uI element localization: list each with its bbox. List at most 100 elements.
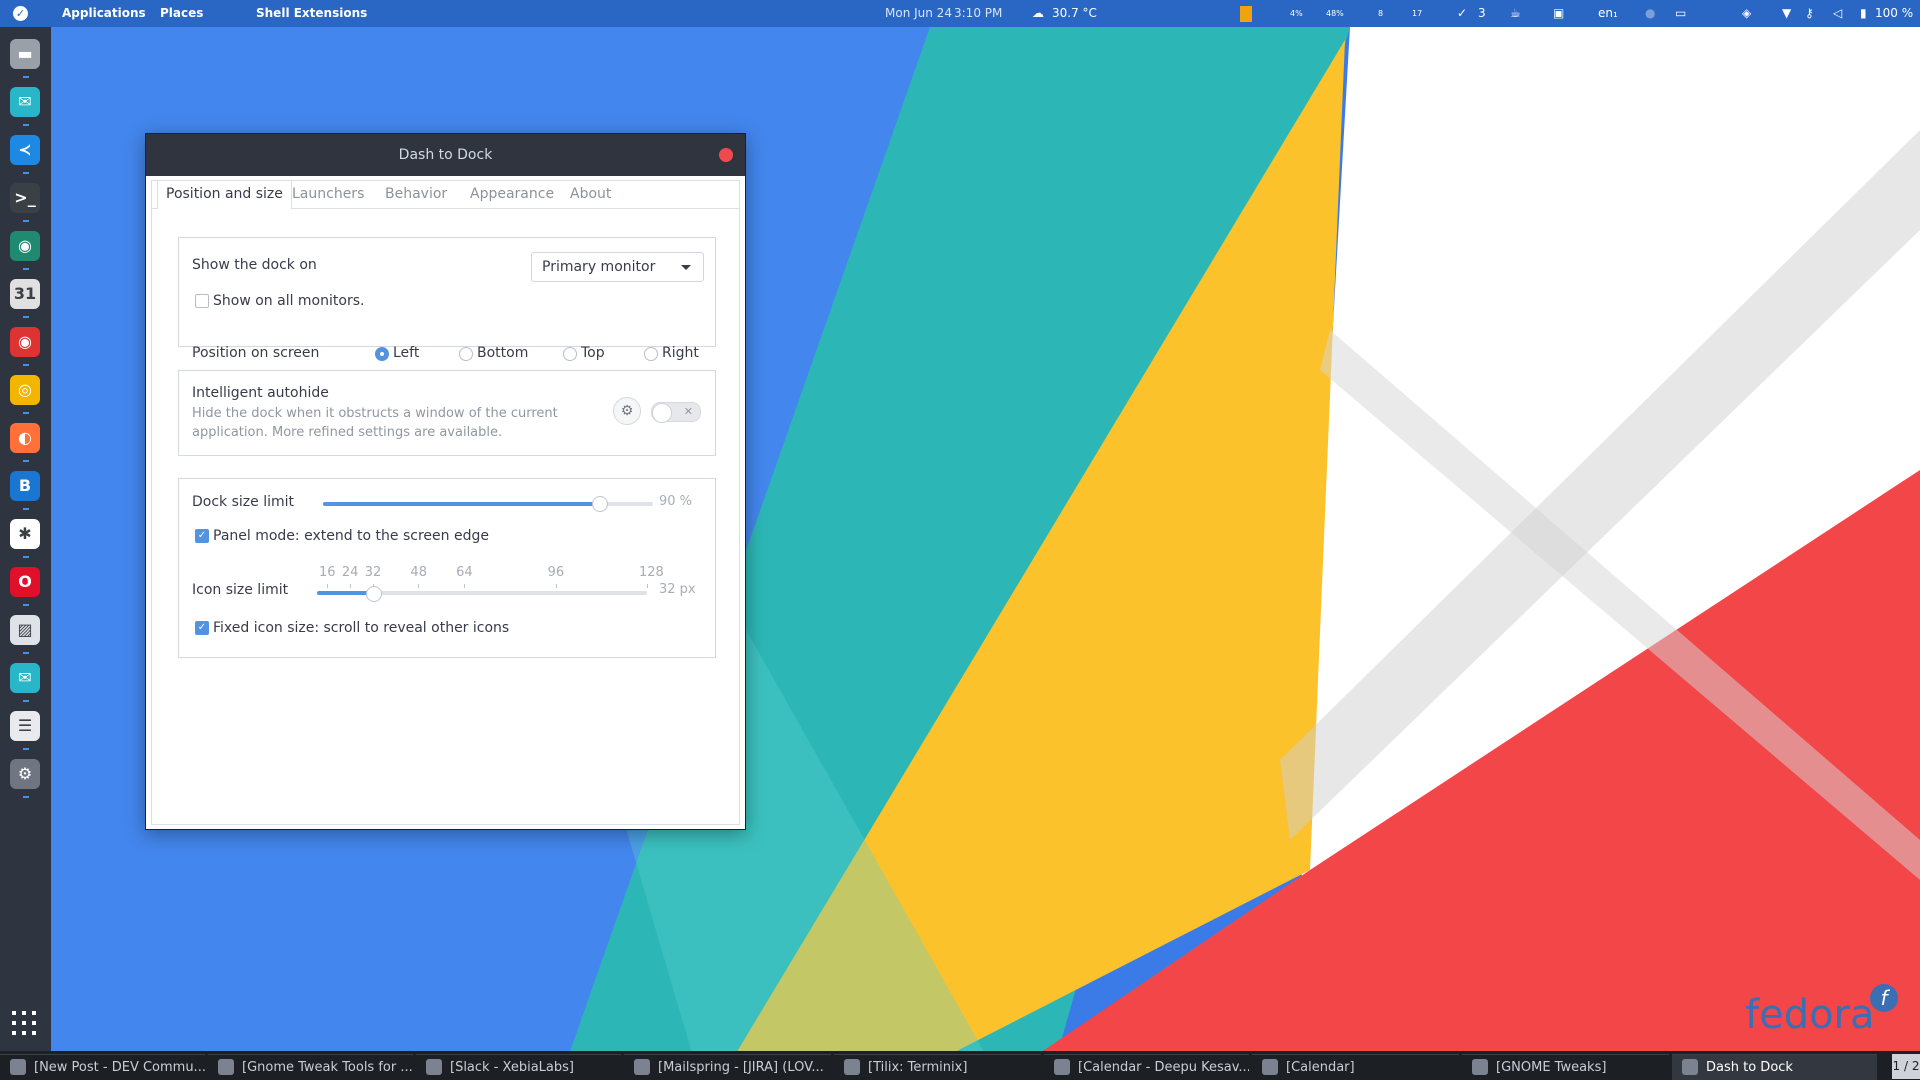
volume-icon[interactable]: ◁ xyxy=(1833,0,1842,27)
wifi-icon[interactable]: ▼ xyxy=(1782,0,1791,27)
running-indicator xyxy=(23,508,29,510)
dock-app-mail2[interactable]: ✉ xyxy=(8,661,42,702)
dock-app-files[interactable]: ▬ xyxy=(8,37,42,78)
window-titlebar[interactable]: Dash to Dock xyxy=(146,134,745,176)
tab-about[interactable]: About xyxy=(562,181,619,208)
todo-check-icon[interactable]: ✓ xyxy=(1457,0,1467,27)
status-icon[interactable]: ● xyxy=(1645,0,1655,27)
panel-mode-checkbox[interactable]: ✓ xyxy=(195,529,209,543)
radio-top-label[interactable]: Top xyxy=(581,345,605,361)
radio-left[interactable] xyxy=(375,347,389,361)
dock-app-mailspring[interactable]: ✉ xyxy=(8,85,42,126)
taskbar-item[interactable]: [Tilix: Terminix] xyxy=(834,1054,1041,1080)
dock-app-terminal[interactable]: >_ xyxy=(8,181,42,222)
top-bar: ✓ Applications Places Shell Extensions M… xyxy=(0,0,1920,27)
dock-app-calendar[interactable]: 31 xyxy=(8,277,42,318)
dock-app-app-teal[interactable]: ◉ xyxy=(8,229,42,270)
caffeine-icon[interactable]: ☕ xyxy=(1510,0,1521,27)
app-icon xyxy=(1682,1059,1698,1075)
activities-icon[interactable]: ✓ xyxy=(13,6,28,21)
running-indicator xyxy=(23,172,29,174)
running-indicator xyxy=(23,412,29,414)
dock-app-tweaks[interactable]: ⚙ xyxy=(8,757,42,798)
close-button[interactable] xyxy=(719,148,733,162)
radio-left-label[interactable]: Left xyxy=(393,345,419,361)
radio-bottom[interactable] xyxy=(459,347,473,361)
taskbar-item-label: [Gnome Tweak Tools for ... xyxy=(242,1060,413,1075)
autohide-toggle[interactable]: ✕ xyxy=(651,402,701,423)
shell-extensions-menu[interactable]: Shell Extensions xyxy=(256,0,367,27)
taskbar-item[interactable]: [Calendar - Deepu Kesav... xyxy=(1044,1054,1249,1080)
icon-size-mark-label: 32 xyxy=(364,565,382,580)
dock-app-bitbucket[interactable]: B xyxy=(8,469,42,510)
icon-size-slider-handle[interactable] xyxy=(365,586,382,602)
dash-to-dock-window: Dash to Dock Position and size Launchers… xyxy=(145,133,746,830)
monitor-select-value: Primary monitor xyxy=(542,259,656,275)
dock-app-opera[interactable]: O xyxy=(8,565,42,606)
taskbar-item[interactable]: [GNOME Tweaks] xyxy=(1462,1054,1669,1080)
battery-level[interactable]: 100 % xyxy=(1875,0,1913,27)
dock-app-slack[interactable]: ✱ xyxy=(8,517,42,558)
terminal-icon: >_ xyxy=(10,183,40,213)
battery-icon[interactable]: ▮ xyxy=(1860,0,1867,27)
taskbar-item[interactable]: [Slack - XebiaLabs] xyxy=(416,1054,621,1080)
autohide-settings-gear-icon[interactable]: ⚙ xyxy=(613,397,641,425)
tab-appearance[interactable]: Appearance xyxy=(462,181,562,208)
show-all-monitors-label[interactable]: Show on all monitors. xyxy=(213,293,364,309)
dock-app-chrome[interactable]: ◎ xyxy=(8,373,42,414)
weather-icon[interactable]: ☁ xyxy=(1032,0,1044,27)
taskbar-item[interactable]: [New Post - DEV Commu... xyxy=(0,1054,205,1080)
places-menu[interactable]: Places xyxy=(160,0,203,27)
fixed-icon-size-checkbox[interactable]: ✓ xyxy=(195,621,209,635)
fixed-icon-size-label[interactable]: Fixed icon size: scroll to reveal other … xyxy=(213,620,509,636)
workspace-indicator[interactable]: 1 / 2 xyxy=(1892,1054,1920,1079)
app-icon xyxy=(1054,1059,1070,1075)
radio-right-label[interactable]: Right xyxy=(662,345,699,361)
dock-app-vscode[interactable]: ≺ xyxy=(8,133,42,174)
clock-date[interactable]: Mon Jun 24 xyxy=(885,0,952,27)
dock-app-settings-panel[interactable]: ☰ xyxy=(8,709,42,750)
radio-right[interactable] xyxy=(644,347,658,361)
dock-app-image-viewer[interactable]: ▨ xyxy=(8,613,42,654)
radio-top[interactable] xyxy=(563,347,577,361)
taskbar-item[interactable]: [Calendar] xyxy=(1252,1054,1459,1080)
drive-icon[interactable]: ▭ xyxy=(1675,0,1686,27)
vscode-icon: ≺ xyxy=(10,135,40,165)
show-all-monitors-checkbox[interactable] xyxy=(195,294,209,308)
monitor-select[interactable]: Primary monitor xyxy=(531,252,704,282)
show-dock-on-label: Show the dock on xyxy=(192,257,317,273)
clipboard-icon[interactable]: ▣ xyxy=(1553,0,1564,27)
clock-time[interactable]: 3:10 PM xyxy=(954,0,1002,27)
dock-size-slider-handle[interactable] xyxy=(592,496,608,512)
tab-behavior[interactable]: Behavior xyxy=(377,181,455,208)
memory-usage: 48% xyxy=(1326,9,1344,18)
panel-mode-label[interactable]: Panel mode: extend to the screen edge xyxy=(213,528,489,544)
weather-temp[interactable]: 30.7 °C xyxy=(1052,0,1097,27)
app-icon: ◉ xyxy=(10,231,40,261)
applications-menu[interactable]: Applications xyxy=(62,0,146,27)
radio-bottom-label[interactable]: Bottom xyxy=(477,345,528,361)
icon-size-value: 32 px xyxy=(659,582,696,597)
window-title: Dash to Dock xyxy=(398,147,493,163)
show-applications-icon[interactable] xyxy=(10,1009,40,1039)
taskbar-item[interactable]: [Mailspring - [JIRA] (LOV... xyxy=(624,1054,831,1080)
taskbar-item-label: [New Post - DEV Commu... xyxy=(34,1060,205,1075)
taskbar-item[interactable]: [Gnome Tweak Tools for ... xyxy=(208,1054,413,1080)
icon-size-mark-label: 16 xyxy=(319,565,336,580)
todo-count[interactable]: 3 xyxy=(1478,0,1486,27)
taskbar-item[interactable]: Dash to Dock xyxy=(1672,1054,1877,1080)
tab-launchers[interactable]: Launchers xyxy=(284,181,372,208)
icon-size-mark-label: 64 xyxy=(456,565,473,580)
network-icon[interactable]: ◈ xyxy=(1742,0,1751,27)
autohide-description: Hide the dock when it obstructs a window… xyxy=(192,406,558,440)
tab-position-and-size[interactable]: Position and size xyxy=(157,180,292,209)
panel-icon: ☰ xyxy=(10,711,40,741)
dock-app-firefox[interactable]: ◐ xyxy=(8,421,42,462)
notes-icon[interactable] xyxy=(1240,0,1254,27)
vpn-key-icon[interactable]: ⚷ xyxy=(1805,0,1814,27)
icon-size-mark-label: 96 xyxy=(547,565,565,580)
keyboard-layout[interactable]: en₁ xyxy=(1598,0,1618,27)
running-indicator xyxy=(23,700,29,702)
dock-app-app-red[interactable]: ◉ xyxy=(8,325,42,366)
folder-icon: ▬ xyxy=(10,39,40,69)
